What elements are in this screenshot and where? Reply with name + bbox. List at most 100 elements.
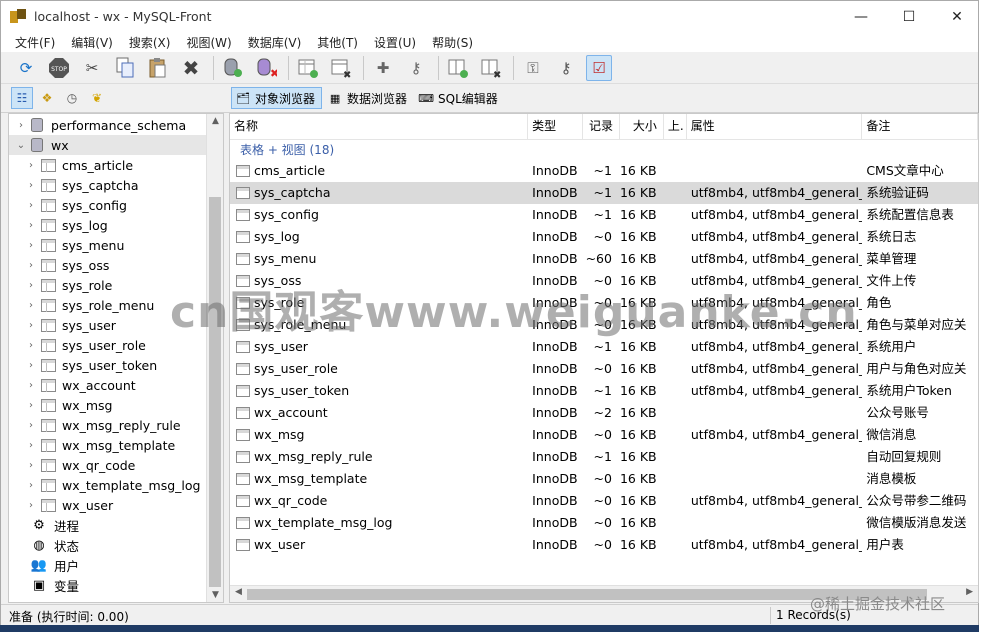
menu-item-5[interactable]: 其他(T) xyxy=(309,34,366,51)
tree-item[interactable]: ⚙ 进程 xyxy=(9,515,209,535)
table-row[interactable]: wx_msg_template InnoDB ~0 16 KB 消息模板 xyxy=(230,468,978,490)
chevron-right-icon[interactable]: › xyxy=(15,120,27,131)
chevron-right-icon[interactable]: › xyxy=(25,160,37,171)
menu-item-6[interactable]: 设置(U) xyxy=(366,34,424,51)
minimize-button[interactable]: — xyxy=(838,1,884,32)
chevron-right-icon[interactable]: › xyxy=(25,400,37,411)
tree-item[interactable]: 👥 用户 xyxy=(9,555,209,575)
key-add-icon[interactable]: ⚿ xyxy=(520,55,546,81)
user-add-icon[interactable]: ✚ xyxy=(370,55,396,81)
menu-item-2[interactable]: 搜索(X) xyxy=(121,34,179,51)
delete-icon[interactable]: ✖ xyxy=(178,55,204,81)
stop-icon[interactable]: STOP xyxy=(46,55,72,81)
tab-object-browser[interactable]: 🗂 对象浏览器 xyxy=(231,87,323,109)
chevron-right-icon[interactable]: › xyxy=(25,260,37,271)
table-row[interactable]: sys_role InnoDB ~0 16 KB utf8mb4, utf8mb4_ge… xyxy=(230,292,978,314)
database-delete-icon[interactable]: ✖ xyxy=(253,55,279,81)
tree-item[interactable]: › sys_role_menu xyxy=(9,295,209,315)
history-clock-icon[interactable]: ◷ xyxy=(61,87,83,109)
column-header[interactable]: 属性 xyxy=(687,114,863,140)
chevron-right-icon[interactable]: › xyxy=(25,460,37,471)
close-button[interactable]: ✕ xyxy=(934,1,980,32)
table-row[interactable]: wx_msg InnoDB ~0 16 KB utf8mb4, utf8mb4_gene… xyxy=(230,424,978,446)
table-add-icon[interactable] xyxy=(295,55,321,81)
tree-item[interactable]: › wx_template_msg_log xyxy=(9,475,209,495)
chevron-right-icon[interactable]: › xyxy=(25,340,37,351)
tab-sql-editor[interactable]: ⌨ SQL编辑器 xyxy=(415,87,504,109)
maximize-button[interactable]: ☐ xyxy=(886,1,932,32)
tree-item[interactable]: › sys_role xyxy=(9,275,209,295)
scroll-left-arrow-icon[interactable]: ◀ xyxy=(235,587,242,597)
chevron-down-icon[interactable]: ⌄ xyxy=(15,140,27,151)
chevron-right-icon[interactable]: › xyxy=(25,180,37,191)
field-add-icon[interactable] xyxy=(445,55,471,81)
tree-item[interactable]: › sys_user_token xyxy=(9,355,209,375)
tree-item[interactable]: › wx_qr_code xyxy=(9,455,209,475)
table-row[interactable]: sys_role_menu InnoDB ~0 16 KB utf8mb4, utf8m… xyxy=(230,314,978,336)
table-row[interactable]: wx_qr_code InnoDB ~0 16 KB utf8mb4, utf8mb4_… xyxy=(230,490,978,512)
table-row[interactable]: sys_oss InnoDB ~0 16 KB utf8mb4, utf8mb4_gen… xyxy=(230,270,978,292)
tree-item[interactable]: › wx_msg xyxy=(9,395,209,415)
table-row[interactable]: wx_account InnoDB ~2 16 KB 公众号账号 xyxy=(230,402,978,424)
tab-data-browser[interactable]: ▦ 数据浏览器 xyxy=(324,87,413,109)
tree-item[interactable]: › wx_account xyxy=(9,375,209,395)
chevron-right-icon[interactable]: › xyxy=(25,200,37,211)
table-row[interactable]: sys_user InnoDB ~1 16 KB utf8mb4, utf8mb4_ge… xyxy=(230,336,978,358)
scroll-right-arrow-icon[interactable]: ▶ xyxy=(966,587,973,597)
tree-item[interactable]: › sys_user_role xyxy=(9,335,209,355)
table-row[interactable]: sys_user_role InnoDB ~0 16 KB utf8mb4, utf8m… xyxy=(230,358,978,380)
menu-item-4[interactable]: 数据库(V) xyxy=(240,34,310,51)
chevron-right-icon[interactable]: › xyxy=(25,500,37,511)
tree-item[interactable]: ◍ 状态 xyxy=(9,535,209,555)
menu-item-0[interactable]: 文件(F) xyxy=(7,34,63,51)
field-delete-icon[interactable]: ✖ xyxy=(478,55,504,81)
tree-item[interactable]: › sys_log xyxy=(9,215,209,235)
tree-item[interactable]: › sys_menu xyxy=(9,235,209,255)
tree-item[interactable]: › sys_user xyxy=(9,315,209,335)
column-header[interactable]: 备注 xyxy=(862,114,978,140)
table-row[interactable]: cms_article InnoDB ~1 16 KB CMS文章中心 xyxy=(230,160,978,182)
table-row[interactable]: sys_log InnoDB ~0 16 KB utf8mb4, utf8mb4_gen… xyxy=(230,226,978,248)
chevron-right-icon[interactable]: › xyxy=(25,280,37,291)
tree-item[interactable]: › sys_oss xyxy=(9,255,209,275)
column-header[interactable]: 名称 xyxy=(230,114,529,140)
chevron-right-icon[interactable]: › xyxy=(25,380,37,391)
tree-item[interactable]: › wx_msg_template xyxy=(9,435,209,455)
chevron-right-icon[interactable]: › xyxy=(25,480,37,491)
tree-item[interactable]: ▣ 变量 xyxy=(9,575,209,595)
scroll-up-arrow-icon[interactable]: ▲ xyxy=(207,116,223,126)
footprints-icon[interactable]: ❦ xyxy=(86,87,108,109)
table-delete-icon[interactable]: ✖ xyxy=(328,55,354,81)
chevron-right-icon[interactable]: › xyxy=(25,440,37,451)
key-delete-icon[interactable]: ⚷ xyxy=(553,55,579,81)
menu-item-3[interactable]: 视图(W) xyxy=(178,34,239,51)
checklist-icon[interactable]: ☑ xyxy=(586,54,612,81)
table-row[interactable]: wx_template_msg_log InnoDB ~0 16 KB 微信模版消息发送 xyxy=(230,512,978,534)
chevron-right-icon[interactable]: › xyxy=(25,240,37,251)
refresh-icon[interactable]: ⟳ xyxy=(13,55,39,81)
chevron-right-icon[interactable]: › xyxy=(25,320,37,331)
column-header[interactable]: 大小 xyxy=(620,114,664,140)
column-header[interactable]: 上. xyxy=(664,114,687,140)
tree-item[interactable]: › performance_schema xyxy=(9,115,209,135)
chevron-right-icon[interactable]: › xyxy=(25,300,37,311)
tree-item[interactable]: › wx_user xyxy=(9,495,209,515)
database-add-icon[interactable] xyxy=(220,55,246,81)
table-row[interactable]: sys_menu InnoDB ~60 16 KB utf8mb4, utf8mb4_g… xyxy=(230,248,978,270)
tree-item[interactable]: › sys_captcha xyxy=(9,175,209,195)
tree-item[interactable]: ⌄ wx xyxy=(9,135,209,155)
menu-item-1[interactable]: 编辑(V) xyxy=(63,34,121,51)
copy-icon[interactable] xyxy=(112,55,138,81)
bookmark-icon[interactable]: ❖ xyxy=(36,87,58,109)
user-delete-icon[interactable]: ⚷ xyxy=(403,55,429,81)
menu-item-7[interactable]: 帮助(S) xyxy=(424,34,481,51)
tree-scrollbar-thumb[interactable] xyxy=(209,197,221,587)
scroll-down-arrow-icon[interactable]: ▼ xyxy=(207,590,223,600)
group-header-tables-views[interactable]: 表格 + 视图 (18) xyxy=(230,140,978,160)
tree-item[interactable]: › sys_config xyxy=(9,195,209,215)
table-row[interactable]: wx_msg_reply_rule InnoDB ~1 16 KB 自动回复规则 xyxy=(230,446,978,468)
tree-item[interactable]: › wx_msg_reply_rule xyxy=(9,415,209,435)
tree-view-icon[interactable]: ☷ xyxy=(11,87,33,109)
chevron-right-icon[interactable]: › xyxy=(25,420,37,431)
column-header[interactable]: 类型 xyxy=(528,114,584,140)
